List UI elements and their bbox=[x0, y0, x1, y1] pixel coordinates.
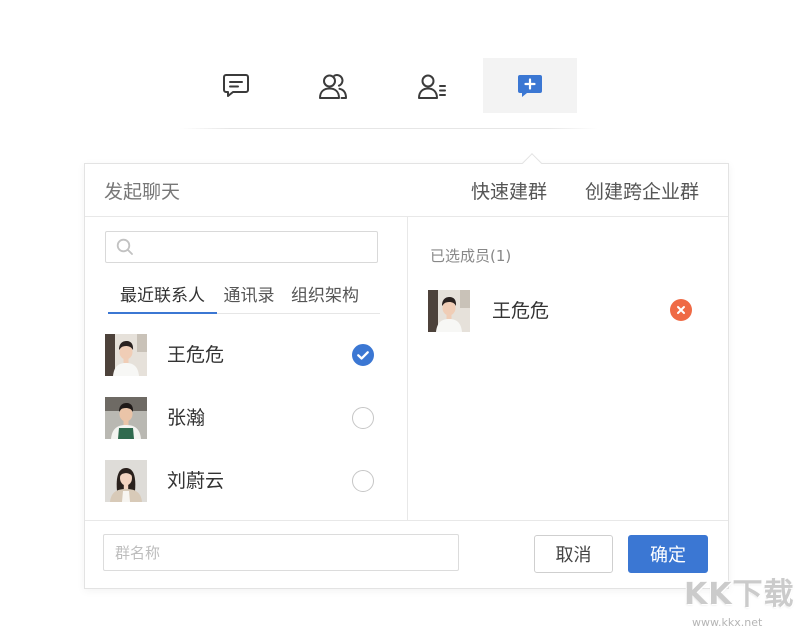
cancel-button[interactable]: 取消 bbox=[534, 535, 613, 573]
contacts-icon bbox=[318, 72, 348, 100]
column-divider bbox=[407, 217, 408, 520]
contact-row[interactable]: 刘蔚云 bbox=[105, 450, 395, 513]
search-input[interactable] bbox=[106, 232, 377, 262]
avatar bbox=[428, 290, 470, 332]
avatar bbox=[105, 397, 147, 439]
toolbar-tab-contact-card[interactable] bbox=[385, 58, 479, 113]
message-icon bbox=[222, 73, 250, 98]
contact-checkbox[interactable] bbox=[352, 470, 374, 492]
selected-member-name: 王危危 bbox=[492, 299, 549, 323]
watermark-url: www.kkx.net bbox=[692, 616, 762, 629]
group-name-input[interactable] bbox=[103, 534, 459, 571]
contact-name: 张瀚 bbox=[167, 406, 205, 430]
selected-members-header: 已选成员(1) bbox=[430, 246, 511, 266]
new-chat-icon bbox=[516, 73, 544, 99]
tab-recent-contacts[interactable]: 最近联系人 bbox=[108, 270, 217, 313]
tab-org-structure[interactable]: 组织架构 bbox=[281, 270, 369, 313]
cross-org-group-link[interactable]: 创建跨企业群 bbox=[585, 180, 699, 204]
quick-group-link[interactable]: 快速建群 bbox=[471, 180, 547, 204]
start-chat-panel: 发起聊天 快速建群 创建跨企业群 最近联系人 通讯录 组织架构 王危危 bbox=[84, 163, 729, 589]
search-icon bbox=[116, 238, 134, 256]
check-icon bbox=[353, 345, 373, 365]
contact-row[interactable]: 张瀚 bbox=[105, 387, 395, 450]
toolbar-tab-new-chat[interactable] bbox=[483, 58, 577, 113]
toolbar-tab-contacts[interactable] bbox=[286, 58, 380, 113]
contact-source-tabs: 最近联系人 通讯录 组织架构 bbox=[108, 270, 380, 314]
watermark-logo: KK下载 bbox=[684, 576, 796, 614]
toolbar-divider bbox=[180, 128, 598, 129]
confirm-button[interactable]: 确定 bbox=[628, 535, 708, 573]
contact-checkbox[interactable] bbox=[352, 344, 374, 366]
tab-label: 通讯录 bbox=[224, 281, 275, 306]
search-box bbox=[105, 231, 378, 263]
tab-address-book[interactable]: 通讯录 bbox=[217, 270, 281, 313]
contact-card-icon bbox=[417, 72, 447, 100]
popover-caret bbox=[522, 153, 542, 173]
remove-member-button[interactable] bbox=[670, 299, 692, 321]
contact-name: 王危危 bbox=[167, 343, 224, 367]
avatar bbox=[105, 460, 147, 502]
panel-title: 发起聊天 bbox=[104, 180, 180, 204]
tab-active-indicator bbox=[281, 312, 369, 314]
footer-divider bbox=[85, 520, 728, 521]
tab-label: 最近联系人 bbox=[120, 281, 205, 306]
tab-label: 组织架构 bbox=[291, 281, 359, 306]
tab-active-indicator bbox=[108, 312, 217, 314]
tab-active-indicator bbox=[217, 312, 281, 314]
toolbar-tab-messages[interactable] bbox=[189, 58, 283, 113]
remove-icon bbox=[670, 299, 692, 321]
contact-row[interactable]: 王危危 bbox=[105, 324, 395, 387]
contact-name: 刘蔚云 bbox=[167, 469, 224, 493]
contact-checkbox[interactable] bbox=[352, 407, 374, 429]
avatar bbox=[105, 334, 147, 376]
